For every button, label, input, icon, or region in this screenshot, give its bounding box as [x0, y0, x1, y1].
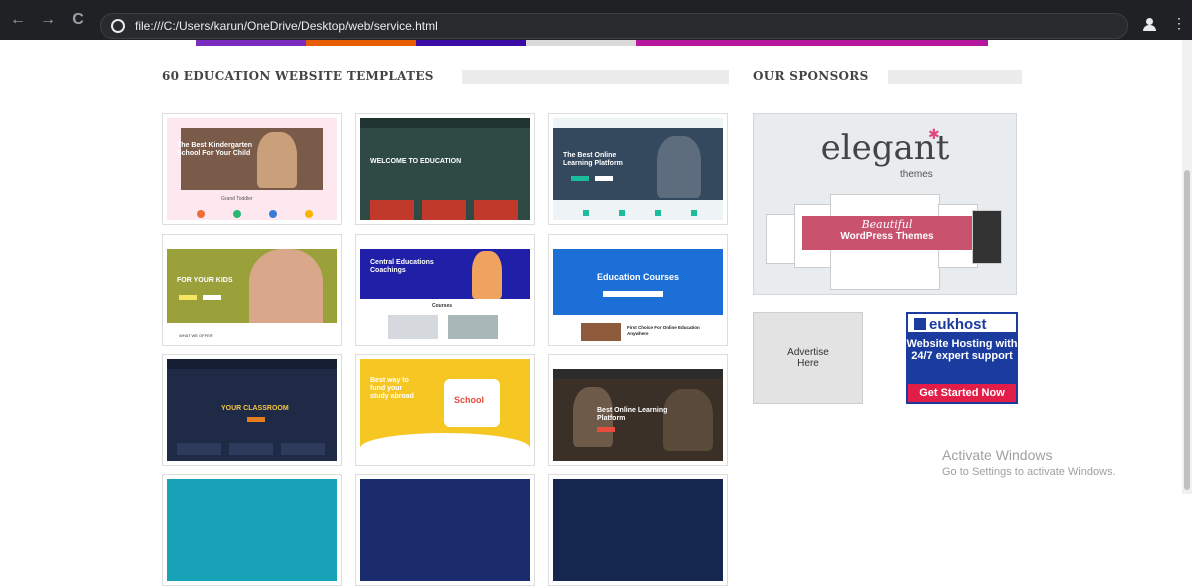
back-arrow-icon[interactable]: ←: [8, 10, 28, 30]
template-headline: The Best Kindergarten School For Your Ch…: [177, 142, 253, 157]
site-info-icon[interactable]: [111, 19, 125, 33]
template-thumbnail-partial[interactable]: [162, 474, 342, 586]
template-headline: The Best Online Learning Platform: [563, 152, 623, 167]
ribbon-line1: Beautiful: [861, 218, 913, 231]
template-subtext: Grand Toddler: [221, 196, 253, 202]
elegant-themes-ad[interactable]: ✱ elegant themes Beautiful WordPress The…: [753, 113, 1017, 295]
template-subtext: Courses: [432, 303, 453, 309]
eukhost-logo-icon: [914, 318, 926, 330]
template-thumbnail-education-courses[interactable]: Education Courses First Choice For Onlin…: [548, 234, 728, 346]
template-thumbnail-coaching[interactable]: Central Educations Coachings Courses: [355, 234, 535, 346]
browser-toolbar: ← → C file:///C:/Users/karun/OneDrive/De…: [0, 0, 1192, 40]
eukhost-ad[interactable]: eukhost Website Hosting with 24/7 expert…: [906, 312, 1018, 404]
template-headline: WELCOME TO EDUCATION: [370, 158, 462, 165]
elegant-logo-sub: themes: [900, 169, 933, 180]
template-subtext: WHAT WE OFFER: [179, 333, 213, 338]
advertise-line2: Here: [797, 358, 819, 369]
nav-strip-segment: [526, 40, 636, 46]
template-thumbnail-partial[interactable]: [355, 474, 535, 586]
watermark-line2: Go to Settings to activate Windows.: [942, 466, 1116, 478]
templates-heading: 60 EDUCATION WEBSITE TEMPLATES: [162, 69, 434, 83]
template-thumbnail-online-learning[interactable]: The Best Online Learning Platform: [548, 113, 728, 225]
template-headline: Education Courses: [597, 272, 680, 282]
nav-strip-segment: [636, 40, 988, 46]
template-thumbnail-education-dark[interactable]: WELCOME TO EDUCATION: [355, 113, 535, 225]
template-headline: Central Educations Coachings: [370, 259, 434, 274]
advertise-here-box[interactable]: Advertise Here: [753, 312, 863, 404]
address-bar[interactable]: file:///C:/Users/karun/OneDrive/Desktop/…: [100, 13, 1128, 39]
heading-divider: [888, 70, 1022, 84]
eukhost-header: eukhost: [906, 312, 1018, 334]
template-thumbnail-classroom[interactable]: YOUR CLASSROOM: [162, 354, 342, 466]
forward-arrow-icon[interactable]: →: [38, 10, 58, 30]
nav-strip-segment: [196, 40, 306, 46]
template-headline: Best way to fund your study abroad: [370, 377, 414, 400]
elegant-ribbon: Beautiful WordPress Themes: [802, 216, 972, 250]
sponsors-heading: OUR SPONSORS: [753, 69, 869, 83]
eukhost-brand: eukhost: [929, 316, 987, 333]
browser-menu-icon[interactable]: ⋮: [1172, 16, 1186, 30]
template-subtext: School: [454, 395, 485, 405]
page-scrollbar-thumb[interactable]: [1184, 170, 1190, 490]
template-thumbnail-partial[interactable]: [548, 474, 728, 586]
template-thumbnail-kids-green[interactable]: FOR YOUR KIDS WHAT WE OFFER: [162, 234, 342, 346]
template-subtext: First Choice For Online Education Anywhe…: [627, 325, 700, 336]
elegant-logo: elegant: [820, 128, 950, 168]
eukhost-message: Website Hosting with 24/7 expert support: [906, 338, 1018, 362]
heading-divider: [462, 70, 729, 84]
get-started-button[interactable]: Get Started Now: [908, 384, 1016, 402]
advertise-line1: Advertise: [787, 347, 829, 358]
profile-avatar-icon[interactable]: [1142, 18, 1156, 32]
nav-strip-segment: [306, 40, 416, 46]
template-thumbnail-learning-platform[interactable]: Best Online Learning Platform: [548, 354, 728, 466]
address-url[interactable]: file:///C:/Users/karun/OneDrive/Desktop/…: [135, 19, 438, 33]
template-headline: Best Online Learning Platform: [597, 407, 668, 422]
activate-windows-watermark: Activate Windows Go to Settings to activ…: [942, 447, 1116, 478]
ribbon-line2: WordPress Themes: [840, 231, 934, 242]
template-thumbnail-school-yellow[interactable]: Best way to fund your study abroad Schoo…: [355, 354, 535, 466]
watermark-line1: Activate Windows: [942, 447, 1053, 463]
reload-icon[interactable]: C: [68, 10, 88, 30]
template-headline: YOUR CLASSROOM: [221, 405, 289, 412]
template-thumbnail-kindergarten[interactable]: The Best Kindergarten School For Your Ch…: [162, 113, 342, 225]
theme-preview: [972, 210, 1002, 264]
template-headline: FOR YOUR KIDS: [177, 277, 233, 284]
nav-strip-segment: [416, 40, 526, 46]
